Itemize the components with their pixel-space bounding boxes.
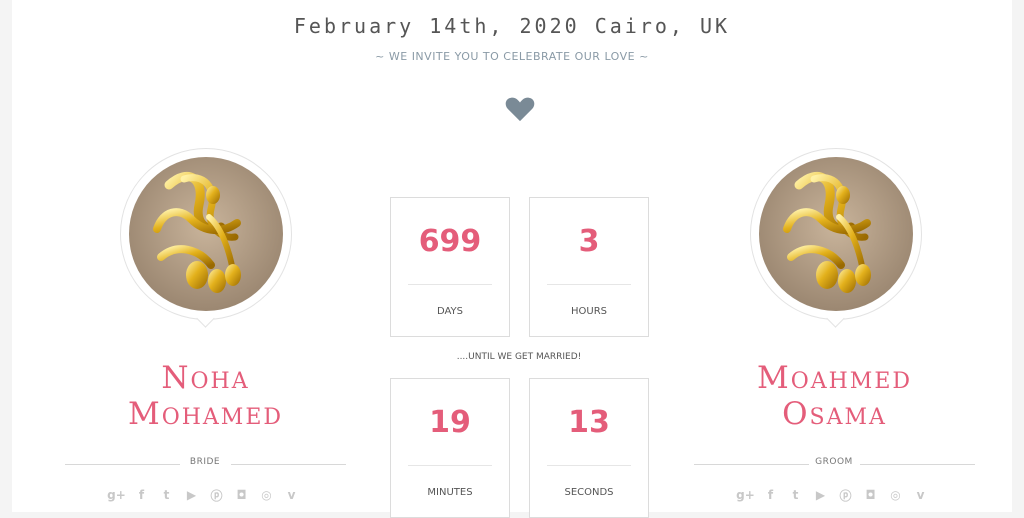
dribbble-icon[interactable]: ◎ [886, 486, 905, 504]
instagram-icon[interactable]: ◘ [232, 486, 251, 504]
groom-social-links: g+ f t ▶ ⓟ ◘ ◎ v [736, 486, 930, 506]
countdown-minutes: 19 MINUTES [390, 378, 510, 518]
groom-name: Moahmed Osama [694, 360, 975, 432]
twitter-icon[interactable]: t [786, 486, 805, 504]
vimeo-icon[interactable]: v [282, 486, 301, 504]
countdown-seconds: 13 SECONDS [529, 378, 649, 518]
divider [408, 284, 492, 285]
bride-name: Noha Mohamed [65, 360, 346, 432]
pinterest-icon[interactable]: ⓟ [836, 486, 855, 504]
google-plus-icon[interactable]: g+ [736, 486, 755, 504]
groom-last-name: Osama [782, 396, 887, 432]
divider [547, 465, 631, 466]
hours-label: HOURS [570, 306, 607, 317]
heart-icon [505, 97, 535, 122]
vimeo-icon[interactable]: v [911, 486, 930, 504]
groom-avatar [750, 148, 922, 328]
divider [694, 464, 809, 465]
minutes-value: 19 [429, 405, 471, 440]
google-plus-icon[interactable]: g+ [107, 486, 126, 504]
groom-role-label: GROOM [815, 457, 853, 467]
bride-last-name: Mohamed [127, 396, 284, 432]
bride-first-name: Noha [161, 360, 250, 396]
minutes-label: MINUTES [427, 487, 473, 498]
groom-first-name: Moahmed [756, 360, 913, 396]
dribbble-icon[interactable]: ◎ [257, 486, 276, 504]
event-date-location: February 14th, 2020 Cairo, UK [293, 14, 731, 38]
gold-ring-photo [129, 157, 283, 311]
pinterest-icon[interactable]: ⓟ [207, 486, 226, 504]
days-label: DAYS [436, 306, 464, 317]
youtube-icon[interactable]: ▶ [182, 486, 201, 504]
youtube-icon[interactable]: ▶ [811, 486, 830, 504]
divider [408, 465, 492, 466]
bride-social-links: g+ f t ▶ ⓟ ◘ ◎ v [107, 486, 301, 506]
facebook-icon[interactable]: f [132, 486, 151, 504]
divider [860, 464, 975, 465]
bride-avatar [120, 148, 292, 328]
countdown-days: 699 DAYS [390, 197, 510, 337]
hours-value: 3 [578, 224, 600, 259]
countdown-hours: 3 HOURS [529, 197, 649, 337]
seconds-value: 13 [568, 405, 610, 440]
countdown-caption: ....UNTIL WE GET MARRIED! [456, 352, 582, 362]
divider [65, 464, 180, 465]
divider [231, 464, 346, 465]
facebook-icon[interactable]: f [761, 486, 780, 504]
days-value: 699 [418, 224, 482, 259]
divider [547, 284, 631, 285]
gold-ring-photo [759, 157, 913, 311]
twitter-icon[interactable]: t [157, 486, 176, 504]
seconds-label: SECONDS [564, 487, 614, 498]
bride-role-label: BRIDE [189, 457, 221, 467]
instagram-icon[interactable]: ◘ [861, 486, 880, 504]
invite-tagline: ~ WE INVITE YOU TO CELEBRATE OUR LOVE ~ [375, 50, 649, 63]
